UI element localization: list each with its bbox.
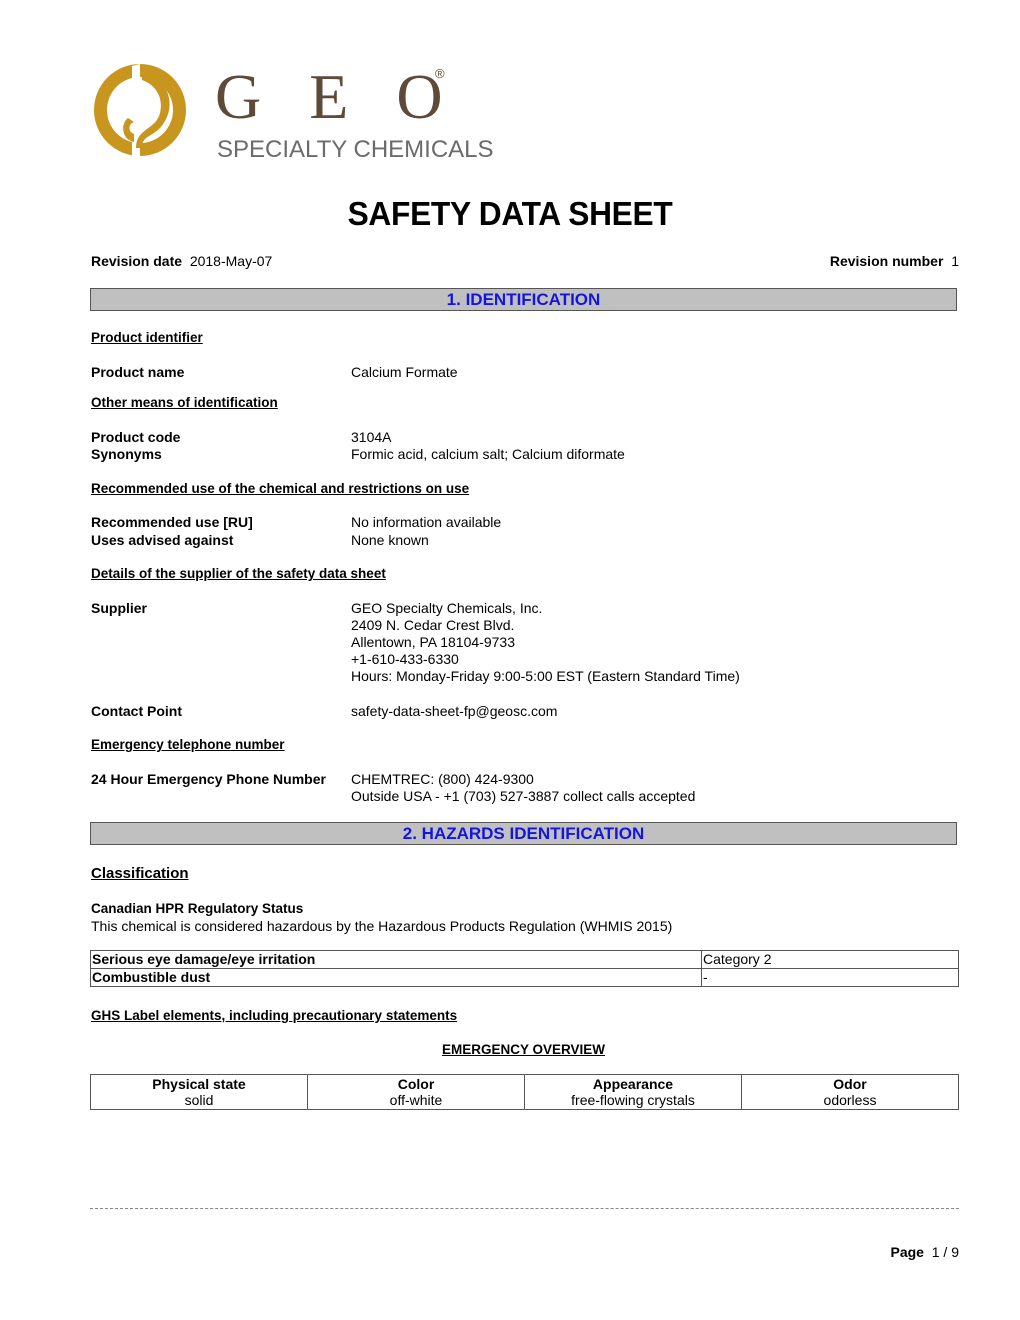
page-value: 1 / 9	[931, 1244, 959, 1260]
hazard-name: Combustible dust	[90, 968, 702, 987]
table-row: Serious eye damage/eye irritation Catego…	[90, 950, 959, 969]
overview-value: solid	[184, 1092, 214, 1108]
revision-date-value: 2018-May-07	[189, 253, 273, 269]
overview-value: off-white	[389, 1092, 443, 1108]
overview-cell: Color off-white	[307, 1074, 525, 1110]
supplier-phone: +1-610-433-6330	[351, 651, 459, 667]
uses-advised-value: None known	[351, 532, 429, 548]
registered-mark: ®	[435, 66, 445, 81]
hazard-classification-table: Serious eye damage/eye irritation Catego…	[90, 950, 959, 987]
table-row: Combustible dust -	[90, 968, 959, 987]
section-1-heading: 1. IDENTIFICATION	[90, 288, 957, 311]
revision-number-label: Revision number	[829, 253, 944, 269]
overview-value: odorless	[823, 1092, 877, 1108]
product-name-value: Calcium Formate	[351, 364, 458, 380]
overview-cell: Appearance free-flowing crystals	[524, 1074, 742, 1110]
page-label: Page	[890, 1244, 924, 1260]
overview-cell: Odor odorless	[741, 1074, 959, 1110]
overview-label: Appearance	[592, 1076, 674, 1092]
product-code-value: 3104A	[351, 429, 392, 445]
emergency-phone-label: 24 Hour Emergency Phone Number	[91, 771, 326, 787]
section-2-heading: 2. HAZARDS IDENTIFICATION	[90, 822, 957, 845]
geo-logo-graphic: G E O ® SPECIALTY CHEMICALS	[94, 61, 494, 163]
page-number: Page 1 / 9	[891, 1244, 960, 1260]
product-code-label: Product code	[91, 429, 181, 445]
product-name-label: Product name	[91, 364, 185, 380]
supplier-line: GEO Specialty Chemicals, Inc.	[351, 600, 543, 616]
hazard-category: -	[701, 968, 959, 987]
contact-point-label: Contact Point	[91, 703, 182, 719]
revision-number-value: 1	[951, 253, 959, 269]
ghs-label-heading: GHS Label elements, including precaution…	[91, 1008, 458, 1023]
logo-brand-text: G E O	[215, 61, 459, 132]
recommended-use-heading: Recommended use of the chemical and rest…	[91, 481, 470, 496]
revision-number: Revision number 1	[830, 253, 959, 269]
recommended-use-value: No information available	[351, 514, 502, 530]
supplier-line: 2409 N. Cedar Crest Blvd.	[351, 617, 515, 633]
overview-label: Physical state	[152, 1076, 246, 1092]
emergency-phone-heading: Emergency telephone number	[91, 737, 285, 752]
table-row: Physical state solid Color off-white Appea…	[90, 1074, 959, 1110]
hazard-name: Serious eye damage/eye irritation	[90, 950, 702, 969]
emergency-phone-line: Outside USA - +1 (703) 527-3887 collect …	[351, 788, 696, 804]
revision-date: Revision date 2018-May-07	[91, 253, 272, 269]
emergency-phone-values: CHEMTREC: (800) 424-9300 Outside USA - +…	[351, 771, 695, 805]
product-identifier-heading: Product identifier	[91, 330, 203, 345]
overview-value: free-flowing crystals	[571, 1092, 695, 1108]
emergency-phone-line: CHEMTREC: (800) 424-9300	[351, 771, 534, 787]
footer-divider	[90, 1208, 959, 1209]
classification-heading: Classification	[91, 865, 189, 882]
supplier-label: Supplier	[91, 600, 148, 616]
synonyms-value: Formic acid, calcium salt; Calcium difor…	[351, 446, 625, 462]
uses-advised-label: Uses advised against	[91, 532, 234, 548]
hpr-text: This chemical is considered hazardous by…	[91, 918, 673, 934]
overview-label: Color	[397, 1076, 435, 1092]
supplier-heading: Details of the supplier of the safety da…	[91, 566, 386, 581]
supplier-line: Allentown, PA 18104-9733	[351, 634, 515, 650]
supplier-hours: Hours: Monday-Friday 9:00-5:00 EST (East…	[351, 668, 740, 684]
emergency-overview-table: Physical state solid Color off-white Appea…	[90, 1074, 959, 1110]
contact-point-email[interactable]: safety-data-sheet-fp@geosc.com	[351, 703, 557, 720]
synonyms-label: Synonyms	[91, 446, 162, 462]
overview-label: Odor	[833, 1076, 867, 1092]
document-title: SAFETY DATA SHEET	[347, 195, 673, 232]
hpr-heading: Canadian HPR Regulatory Status	[91, 901, 304, 916]
logo-tagline: SPECIALTY CHEMICALS	[217, 136, 494, 163]
hazard-category: Category 2	[701, 950, 959, 969]
other-means-heading: Other means of identification	[91, 395, 278, 410]
company-logo: G E O ® SPECIALTY CHEMICALS	[90, 58, 520, 168]
recommended-use-label: Recommended use [RU]	[91, 514, 253, 530]
overview-cell: Physical state solid	[90, 1074, 308, 1110]
logo-emblem-icon	[94, 64, 186, 156]
emergency-overview-heading: EMERGENCY OVERVIEW	[441, 1042, 606, 1057]
revision-date-label: Revision date	[91, 253, 183, 269]
supplier-address: GEO Specialty Chemicals, Inc. 2409 N. Ce…	[351, 600, 740, 685]
